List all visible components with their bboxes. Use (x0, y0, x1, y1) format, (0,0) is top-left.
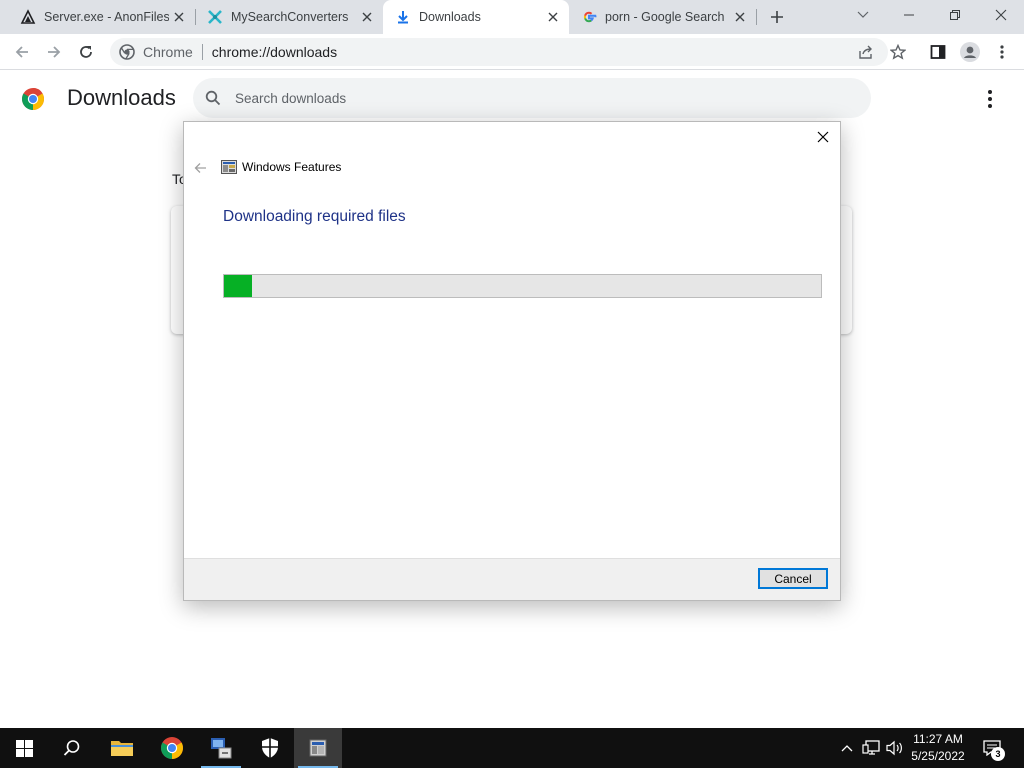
speaker-icon (886, 740, 902, 756)
share-icon (859, 45, 872, 59)
windows-features-icon (309, 739, 327, 757)
network-app-icon (211, 738, 232, 759)
notification-count-badge: 3 (991, 747, 1005, 761)
dialog-close-button[interactable] (814, 128, 832, 146)
dialog-app-title: Windows Features (242, 160, 342, 174)
minimize-button[interactable] (886, 0, 932, 30)
download-progress-bar (223, 274, 822, 298)
page-title: Downloads (67, 85, 176, 110)
close-tab-icon[interactable] (730, 7, 750, 27)
close-tab-icon[interactable] (543, 7, 563, 27)
arrow-right-icon (48, 46, 61, 58)
search-placeholder: Search downloads (235, 90, 347, 106)
restore-button[interactable] (932, 0, 978, 30)
tab-title: Downloads (419, 10, 481, 24)
security-icon (262, 738, 278, 758)
profile-button[interactable] (956, 38, 984, 66)
close-window-button[interactable] (978, 0, 1024, 30)
forward-button[interactable] (40, 38, 68, 66)
chrome-site-icon (119, 44, 135, 60)
dialog-back-button[interactable] (192, 160, 208, 176)
search-icon (63, 740, 80, 756)
chevron-down-icon (857, 11, 869, 18)
minimize-icon (904, 14, 914, 16)
windows-features-taskbar-button[interactable] (294, 728, 342, 768)
arrow-left-icon (15, 46, 28, 58)
tab-mysearchconverters[interactable]: MySearchConverters (187, 0, 383, 34)
tab-google-search[interactable]: porn - Google Search (569, 0, 756, 34)
close-icon (995, 9, 1007, 21)
plus-icon (771, 11, 783, 23)
chrome-menu-button[interactable] (988, 38, 1016, 66)
search-downloads-field[interactable]: Search downloads (193, 78, 871, 118)
anonfiles-favicon (20, 9, 36, 25)
back-button[interactable] (8, 38, 36, 66)
tab-title: Server.exe - AnonFiles (44, 10, 169, 24)
bookmark-button[interactable] (884, 38, 912, 66)
tab-separator (756, 9, 757, 25)
chrome-taskbar-button[interactable] (148, 728, 196, 768)
browser-toolbar: Chrome chrome://downloads (0, 34, 1024, 70)
more-vert-icon (1000, 45, 1004, 59)
mysearchconverters-favicon (207, 9, 223, 25)
network-icon (862, 740, 880, 755)
windows-features-dialog: Windows Features Downloading required fi… (183, 121, 841, 601)
close-icon (817, 131, 829, 143)
tab-search-button[interactable] (840, 0, 886, 30)
file-explorer-button[interactable] (98, 728, 146, 768)
cancel-button[interactable]: Cancel (758, 568, 828, 589)
clock-time: 11:27 AM (913, 732, 963, 746)
volume-tray-button[interactable] (884, 728, 906, 768)
taskbar: 11:27 AM 5/25/2022 (0, 728, 1024, 768)
omnibox-url[interactable]: chrome://downloads (212, 44, 337, 60)
dialog-heading: Downloading required files (223, 208, 406, 225)
avatar-icon (960, 42, 980, 62)
file-explorer-icon (111, 741, 133, 756)
network-tray-button[interactable] (860, 728, 882, 768)
chevron-up-icon (841, 745, 853, 752)
downloads-header: Downloads Search downloads (0, 71, 1024, 127)
close-tab-icon[interactable] (357, 7, 377, 27)
share-button[interactable] (852, 38, 880, 66)
omnibox-divider (201, 44, 203, 60)
chrome-icon (161, 737, 183, 759)
tab-strip: Server.exe - AnonFiles MySearchConverter… (0, 0, 1024, 34)
new-tab-button[interactable] (766, 6, 788, 28)
tab-title: MySearchConverters (231, 10, 349, 24)
tab-downloads[interactable]: Downloads (383, 0, 569, 34)
tab-anonfiles[interactable]: Server.exe - AnonFiles (0, 0, 195, 34)
windows-features-icon (221, 160, 237, 174)
side-panel-button[interactable] (924, 38, 952, 66)
arrow-left-icon (194, 163, 206, 173)
progress-bar-fill (224, 275, 253, 297)
google-favicon (581, 9, 597, 25)
show-hidden-icons-button[interactable] (838, 728, 856, 768)
downloads-menu-button[interactable] (978, 87, 1002, 111)
start-icon (15, 739, 33, 757)
restore-icon (950, 10, 960, 20)
network-app-taskbar-button[interactable] (197, 728, 245, 768)
omnibox-scheme-label: Chrome (143, 44, 193, 60)
security-taskbar-button[interactable] (246, 728, 294, 768)
reload-icon (80, 46, 92, 58)
search-icon (205, 90, 221, 106)
start-button[interactable] (0, 728, 48, 768)
clock-date: 5/25/2022 (911, 749, 965, 763)
chrome-logo-icon (22, 88, 44, 110)
side-panel-icon (930, 45, 946, 59)
taskbar-clock[interactable]: 11:27 AM 5/25/2022 (905, 731, 971, 765)
dialog-footer: Cancel (184, 558, 840, 600)
star-icon (890, 44, 906, 60)
tab-title: porn - Google Search (605, 10, 725, 24)
download-favicon (395, 9, 411, 25)
address-bar[interactable]: Chrome chrome://downloads (110, 38, 888, 66)
reload-button[interactable] (72, 38, 100, 66)
taskbar-search-button[interactable] (48, 728, 96, 768)
close-tab-icon[interactable] (169, 7, 189, 27)
